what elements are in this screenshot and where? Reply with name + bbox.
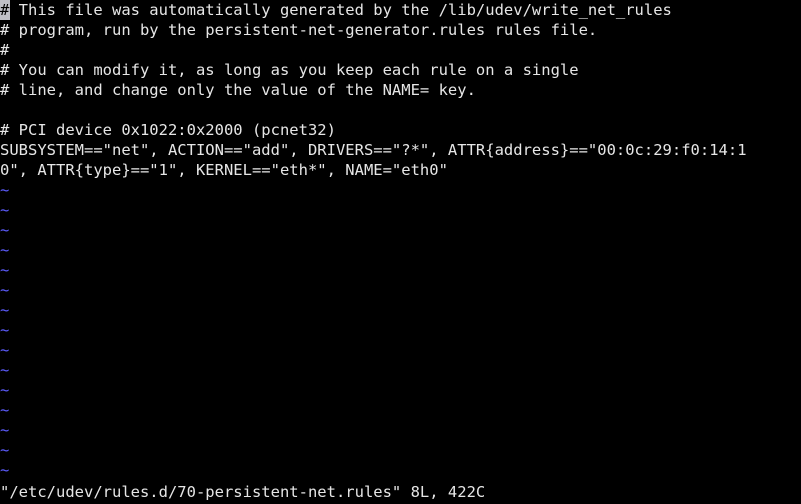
- buffer-line-empty: [0, 100, 801, 120]
- empty-line-marker: ~: [0, 361, 10, 379]
- empty-line-marker: ~: [0, 381, 10, 399]
- empty-line-marker: ~: [0, 281, 10, 299]
- empty-line-marker: ~: [0, 341, 10, 359]
- empty-line-marker: ~: [0, 441, 10, 459]
- buffer-line: # line, and change only the value of the…: [0, 81, 476, 99]
- editor-buffer-area[interactable]: # This file was automatically generated …: [0, 0, 801, 480]
- empty-line-marker: ~: [0, 201, 10, 219]
- buffer-line: # PCI device 0x1022:0x2000 (pcnet32): [0, 121, 336, 139]
- empty-line-marker: ~: [0, 181, 10, 199]
- empty-line-marker: ~: [0, 401, 10, 419]
- empty-line-marker: ~: [0, 421, 10, 439]
- empty-line-marker: ~: [0, 221, 10, 239]
- terminal-window[interactable]: # This file was automatically generated …: [0, 0, 801, 504]
- empty-line-marker: ~: [0, 461, 10, 479]
- empty-line-marker: ~: [0, 301, 10, 319]
- buffer-line: # program, run by the persistent-net-gen…: [0, 21, 598, 39]
- empty-line-marker: ~: [0, 241, 10, 259]
- buffer-line: # This file was automatically generated …: [0, 1, 672, 19]
- buffer-line: SUBSYSTEM=="net", ACTION=="add", DRIVERS…: [0, 141, 747, 159]
- buffer-line: 0", ATTR{type}=="1", KERNEL=="eth*", NAM…: [0, 161, 448, 179]
- buffer-line: #: [0, 41, 10, 59]
- empty-line-markers: ~ ~ ~ ~ ~ ~ ~ ~ ~ ~ ~ ~ ~ ~ ~: [0, 180, 801, 480]
- status-line: "/etc/udev/rules.d/70-persistent-net.rul…: [0, 480, 801, 504]
- buffer-line: # You can modify it, as long as you keep…: [0, 61, 579, 79]
- empty-line-marker: ~: [0, 261, 10, 279]
- empty-line-marker: ~: [0, 321, 10, 339]
- cursor-char: #: [0, 1, 10, 19]
